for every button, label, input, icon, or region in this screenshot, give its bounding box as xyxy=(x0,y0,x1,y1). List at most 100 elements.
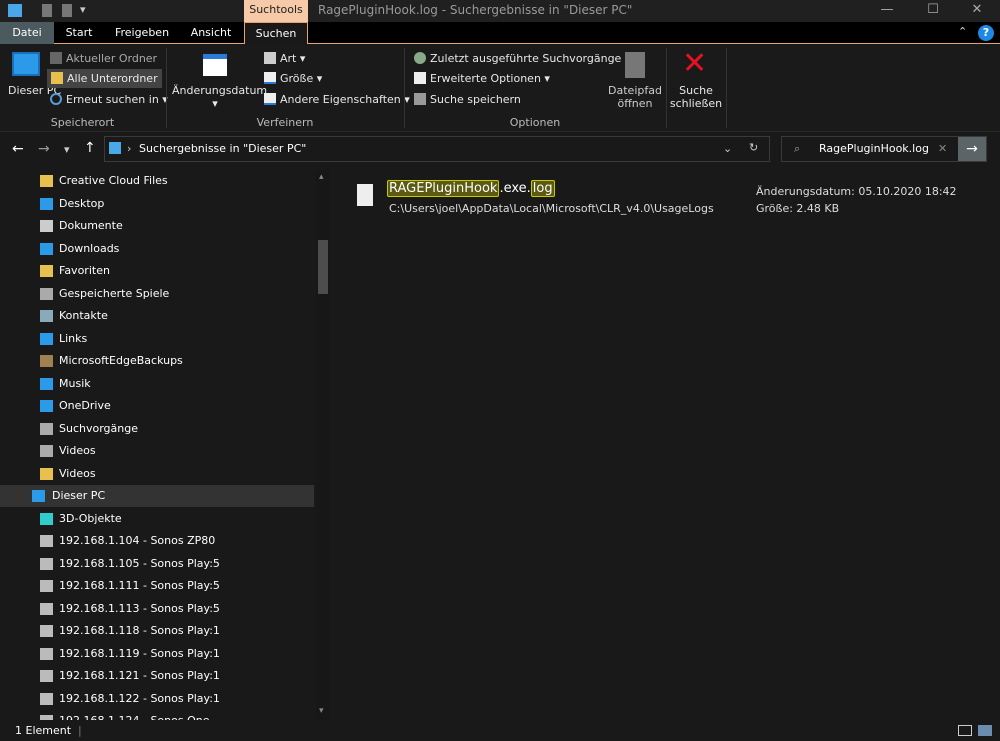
sidebar-item-label: Creative Cloud Files xyxy=(59,174,168,187)
result-size: Größe: 2.48 KB xyxy=(756,202,840,215)
result-item[interactable]: RAGEPluginHook .exe. log C:\Users\joel\App… xyxy=(333,178,993,218)
sidebar-item[interactable]: 192.168.1.124 - Sonos One xyxy=(0,710,314,720)
sidebar-item-label: Videos xyxy=(59,466,96,480)
sidebar-item-label: Downloads xyxy=(59,241,120,255)
sidebar-item-label: Desktop xyxy=(59,196,105,210)
sidebar-item[interactable]: Favoriten xyxy=(0,260,314,282)
sidebar-item[interactable]: Dokumente xyxy=(0,215,314,237)
search-box[interactable]: ⌕ RagePluginHook.log ✕ xyxy=(781,136,987,162)
alle-unterordner-button[interactable]: Alle Unterordner xyxy=(47,69,162,88)
sidebar-item[interactable]: Kontakte xyxy=(0,305,314,327)
sidebar-item-label: Suchvorgänge xyxy=(59,421,138,435)
sidebar-item[interactable]: Videos xyxy=(0,440,314,462)
sidebar-item-label: OneDrive xyxy=(59,399,111,412)
network-device-icon xyxy=(40,670,53,682)
sidebar-item[interactable]: 3D-Objekte xyxy=(0,508,314,530)
search-go-button[interactable]: → xyxy=(958,137,986,161)
collapse-ribbon-icon[interactable]: ⌃ xyxy=(958,25,967,38)
sidebar-item[interactable]: Videos xyxy=(0,463,314,485)
details-view-icon[interactable] xyxy=(958,725,972,736)
options-icon xyxy=(414,72,426,84)
sidebar-item-label: 192.168.1.105 - Sonos Play:5 xyxy=(59,556,220,570)
network-device-icon xyxy=(40,580,53,592)
erweiterte-optionen-button[interactable]: Erweiterte Optionen ▾ xyxy=(414,72,550,85)
back-button[interactable]: ← xyxy=(12,141,24,157)
properties-icon xyxy=(264,93,276,105)
clear-search-icon[interactable]: ✕ xyxy=(938,142,947,155)
sidebar-item-label: 192.168.1.119 - Sonos Play:1 xyxy=(59,646,220,660)
dateipfad-oeffnen-button[interactable]: Dateipfad öffnen xyxy=(606,84,664,110)
sidebar-item[interactable]: Gespeicherte Spiele xyxy=(0,283,314,305)
suche-schliessen-button[interactable]: Suche schließen xyxy=(668,84,724,110)
sidebar-item[interactable]: Desktop xyxy=(0,193,314,215)
help-icon[interactable]: ? xyxy=(978,25,994,41)
suche-speichern-button[interactable]: Suche speichern xyxy=(414,93,521,106)
tab-freigeben[interactable]: Freigeben xyxy=(104,22,180,44)
forward-button[interactable]: → xyxy=(38,141,50,157)
sidebar-item[interactable]: 192.168.1.105 - Sonos Play:5 xyxy=(0,553,314,575)
computer-icon xyxy=(32,490,45,502)
folder-icon xyxy=(50,52,62,64)
up-button[interactable]: ↑ xyxy=(84,140,96,156)
new-folder-icon[interactable] xyxy=(62,4,72,17)
sidebar-item[interactable]: 192.168.1.118 - Sonos Play:1 xyxy=(0,620,314,642)
sidebar-item[interactable]: MicrosoftEdgeBackups xyxy=(0,350,314,372)
sidebar-item[interactable]: 192.168.1.121 - Sonos Play:1 xyxy=(0,665,314,687)
sidebar-item[interactable]: Suchvorgänge xyxy=(0,418,314,440)
sidebar-item[interactable]: 192.168.1.119 - Sonos Play:1 xyxy=(0,643,314,665)
zuletzt-button[interactable]: Zuletzt ausgeführte Suchvorgänge ▾ xyxy=(414,52,630,65)
search-results-icon xyxy=(109,142,121,154)
groesse-button[interactable]: Größe ▾ xyxy=(264,72,322,85)
breadcrumb: Suchergebnisse in "Dieser PC" xyxy=(139,142,307,155)
recent-locations-icon[interactable]: ▾ xyxy=(64,143,70,156)
sidebar-item-label: 192.168.1.104 - Sonos ZP80 xyxy=(59,534,216,547)
aenderungsdatum-button[interactable]: Änderungsdatum ▾ xyxy=(172,84,267,110)
network-device-icon xyxy=(40,602,53,615)
text-file-icon xyxy=(357,184,373,206)
calendar-icon xyxy=(203,54,227,76)
window-title: RagePluginHook.log - Suchergebnisse in "… xyxy=(318,3,633,17)
address-dropdown-icon[interactable]: ⌄ xyxy=(723,142,732,155)
large-icons-view-icon[interactable] xyxy=(978,725,992,736)
tab-suchen[interactable]: Suchen xyxy=(244,22,308,45)
tab-datei[interactable]: Datei xyxy=(0,22,54,44)
sidebar-item-label: 3D-Objekte xyxy=(59,511,122,525)
search-icon: ⌕ xyxy=(794,142,801,155)
properties-icon[interactable] xyxy=(42,4,52,17)
quick-access-dropdown-icon[interactable]: ▾ xyxy=(80,3,86,16)
close-search-icon: ✕ xyxy=(682,46,708,81)
erneut-suchen-button[interactable]: Erneut suchen in ▾ xyxy=(50,93,168,106)
folder-icon xyxy=(40,175,53,187)
sidebar-item[interactable]: Musik xyxy=(0,373,314,395)
sidebar-item[interactable]: Downloads xyxy=(0,238,314,260)
folder-icon xyxy=(8,4,22,17)
sidebar-item[interactable]: Links xyxy=(0,328,314,350)
andere-eigenschaften-button[interactable]: Andere Eigenschaften ▾ xyxy=(264,93,410,106)
maximize-button[interactable]: ☐ xyxy=(910,0,956,22)
network-device-icon xyxy=(40,647,53,660)
tab-start[interactable]: Start xyxy=(54,22,104,44)
folder-icon xyxy=(40,377,53,390)
sidebar-item[interactable]: 192.168.1.113 - Sonos Play:5 xyxy=(0,598,314,620)
sidebar-item-label: 192.168.1.124 - Sonos One xyxy=(59,710,209,720)
sidebar-item[interactable]: 192.168.1.122 - Sonos Play:1 xyxy=(0,688,314,710)
folder-icon xyxy=(40,310,53,322)
sidebar-item[interactable]: 192.168.1.111 - Sonos Play:5 xyxy=(0,575,314,597)
dieser-pc-button[interactable]: Dieser PC xyxy=(8,84,61,97)
aktueller-ordner-button[interactable]: Aktueller Ordner xyxy=(50,52,157,65)
minimize-button[interactable]: — xyxy=(864,0,910,22)
folder-icon xyxy=(40,467,53,480)
refresh-icon[interactable]: ↻ xyxy=(749,141,758,154)
sidebar-item[interactable]: OneDrive xyxy=(0,395,314,417)
address-bar[interactable]: › Suchergebnisse in "Dieser PC" ⌄ ↻ xyxy=(104,136,770,162)
sidebar-item-label: Favoriten xyxy=(59,264,110,277)
sidebar-scroll-thumb[interactable] xyxy=(318,240,328,294)
close-button[interactable]: ✕ xyxy=(954,0,1000,22)
sidebar-item[interactable]: Creative Cloud Files xyxy=(0,170,314,192)
art-button[interactable]: Art ▾ xyxy=(264,52,305,65)
size-icon xyxy=(264,72,276,84)
sidebar-item[interactable]: 192.168.1.104 - Sonos ZP80 xyxy=(0,530,314,552)
sidebar-item[interactable]: Dieser PC xyxy=(0,485,314,507)
search-input[interactable]: RagePluginHook.log xyxy=(819,142,929,155)
tab-ansicht[interactable]: Ansicht xyxy=(180,22,242,44)
